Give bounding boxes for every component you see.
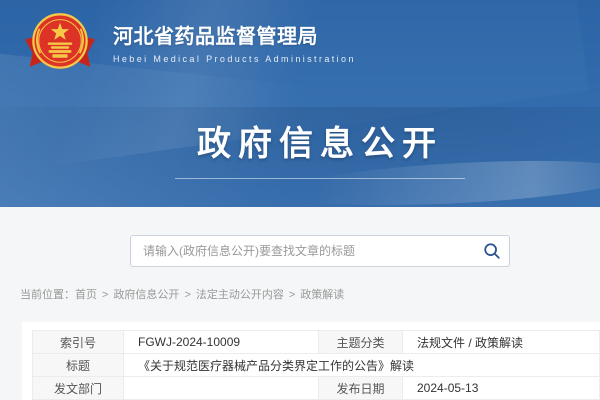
site-title-block: 河北省药品监督管理局 Hebei Medical Products Admini… bbox=[113, 24, 356, 65]
breadcrumb-separator: > bbox=[184, 289, 190, 301]
title-label: 标题 bbox=[33, 354, 124, 377]
index-number-label: 索引号 bbox=[33, 331, 124, 354]
national-emblem-icon bbox=[13, 9, 107, 79]
index-number-value: FGWJ-2024-10009 bbox=[124, 331, 319, 354]
table-row: 索引号 FGWJ-2024-10009 主题分类 法规文件 / 政策解读 bbox=[33, 331, 600, 354]
topic-category-value: 法规文件 / 政策解读 bbox=[403, 331, 600, 354]
breadcrumb-separator: > bbox=[289, 289, 295, 301]
breadcrumb-prefix: 当前位置： bbox=[20, 289, 75, 301]
title-value: 《关于规范医疗器械产品分类界定工作的公告》解读 bbox=[124, 354, 600, 377]
breadcrumb-separator: > bbox=[102, 289, 108, 301]
breadcrumb-item-info-disclosure[interactable]: 政府信息公开 bbox=[113, 289, 179, 301]
content-panel: 索引号 FGWJ-2024-10009 主题分类 法规文件 / 政策解读 标题 … bbox=[22, 322, 600, 400]
top-banner: 河北省药品监督管理局 Hebei Medical Products Admini… bbox=[0, 0, 600, 207]
breadcrumb-item-statutory-disclosure[interactable]: 法定主动公开内容 bbox=[196, 289, 284, 301]
breadcrumb: 当前位置：首页 > 政府信息公开 > 法定主动公开内容 > 政策解读 bbox=[20, 288, 344, 302]
table-row: 发文部门 发布日期 2024-05-13 bbox=[33, 377, 600, 400]
search-input[interactable] bbox=[131, 244, 475, 258]
breadcrumb-item-policy-interpretation[interactable]: 政策解读 bbox=[300, 289, 344, 301]
page: 河北省药品监督管理局 Hebei Medical Products Admini… bbox=[0, 0, 600, 400]
search-button[interactable] bbox=[475, 236, 509, 266]
publish-date-value: 2024-05-13 bbox=[403, 377, 600, 400]
topic-category-label: 主题分类 bbox=[319, 331, 403, 354]
search-box bbox=[130, 235, 510, 267]
breadcrumb-item-home[interactable]: 首页 bbox=[75, 289, 97, 301]
page-title: 政府信息公开 bbox=[0, 116, 600, 165]
issuing-department-value bbox=[124, 377, 319, 400]
site-subtitle: Hebei Medical Products Administration bbox=[113, 54, 356, 65]
table-row: 标题 《关于规范医疗器械产品分类界定工作的公告》解读 bbox=[33, 354, 600, 377]
site-title: 河北省药品监督管理局 bbox=[113, 24, 356, 50]
publish-date-label: 发布日期 bbox=[319, 377, 403, 400]
issuing-department-label: 发文部门 bbox=[33, 377, 124, 400]
site-header[interactable]: 河北省药品监督管理局 Hebei Medical Products Admini… bbox=[13, 9, 356, 79]
search-icon bbox=[483, 242, 501, 260]
banner-title-wrap: 政府信息公开 bbox=[0, 116, 600, 179]
banner-underline bbox=[175, 178, 465, 179]
document-info-table: 索引号 FGWJ-2024-10009 主题分类 法规文件 / 政策解读 标题 … bbox=[32, 330, 600, 400]
